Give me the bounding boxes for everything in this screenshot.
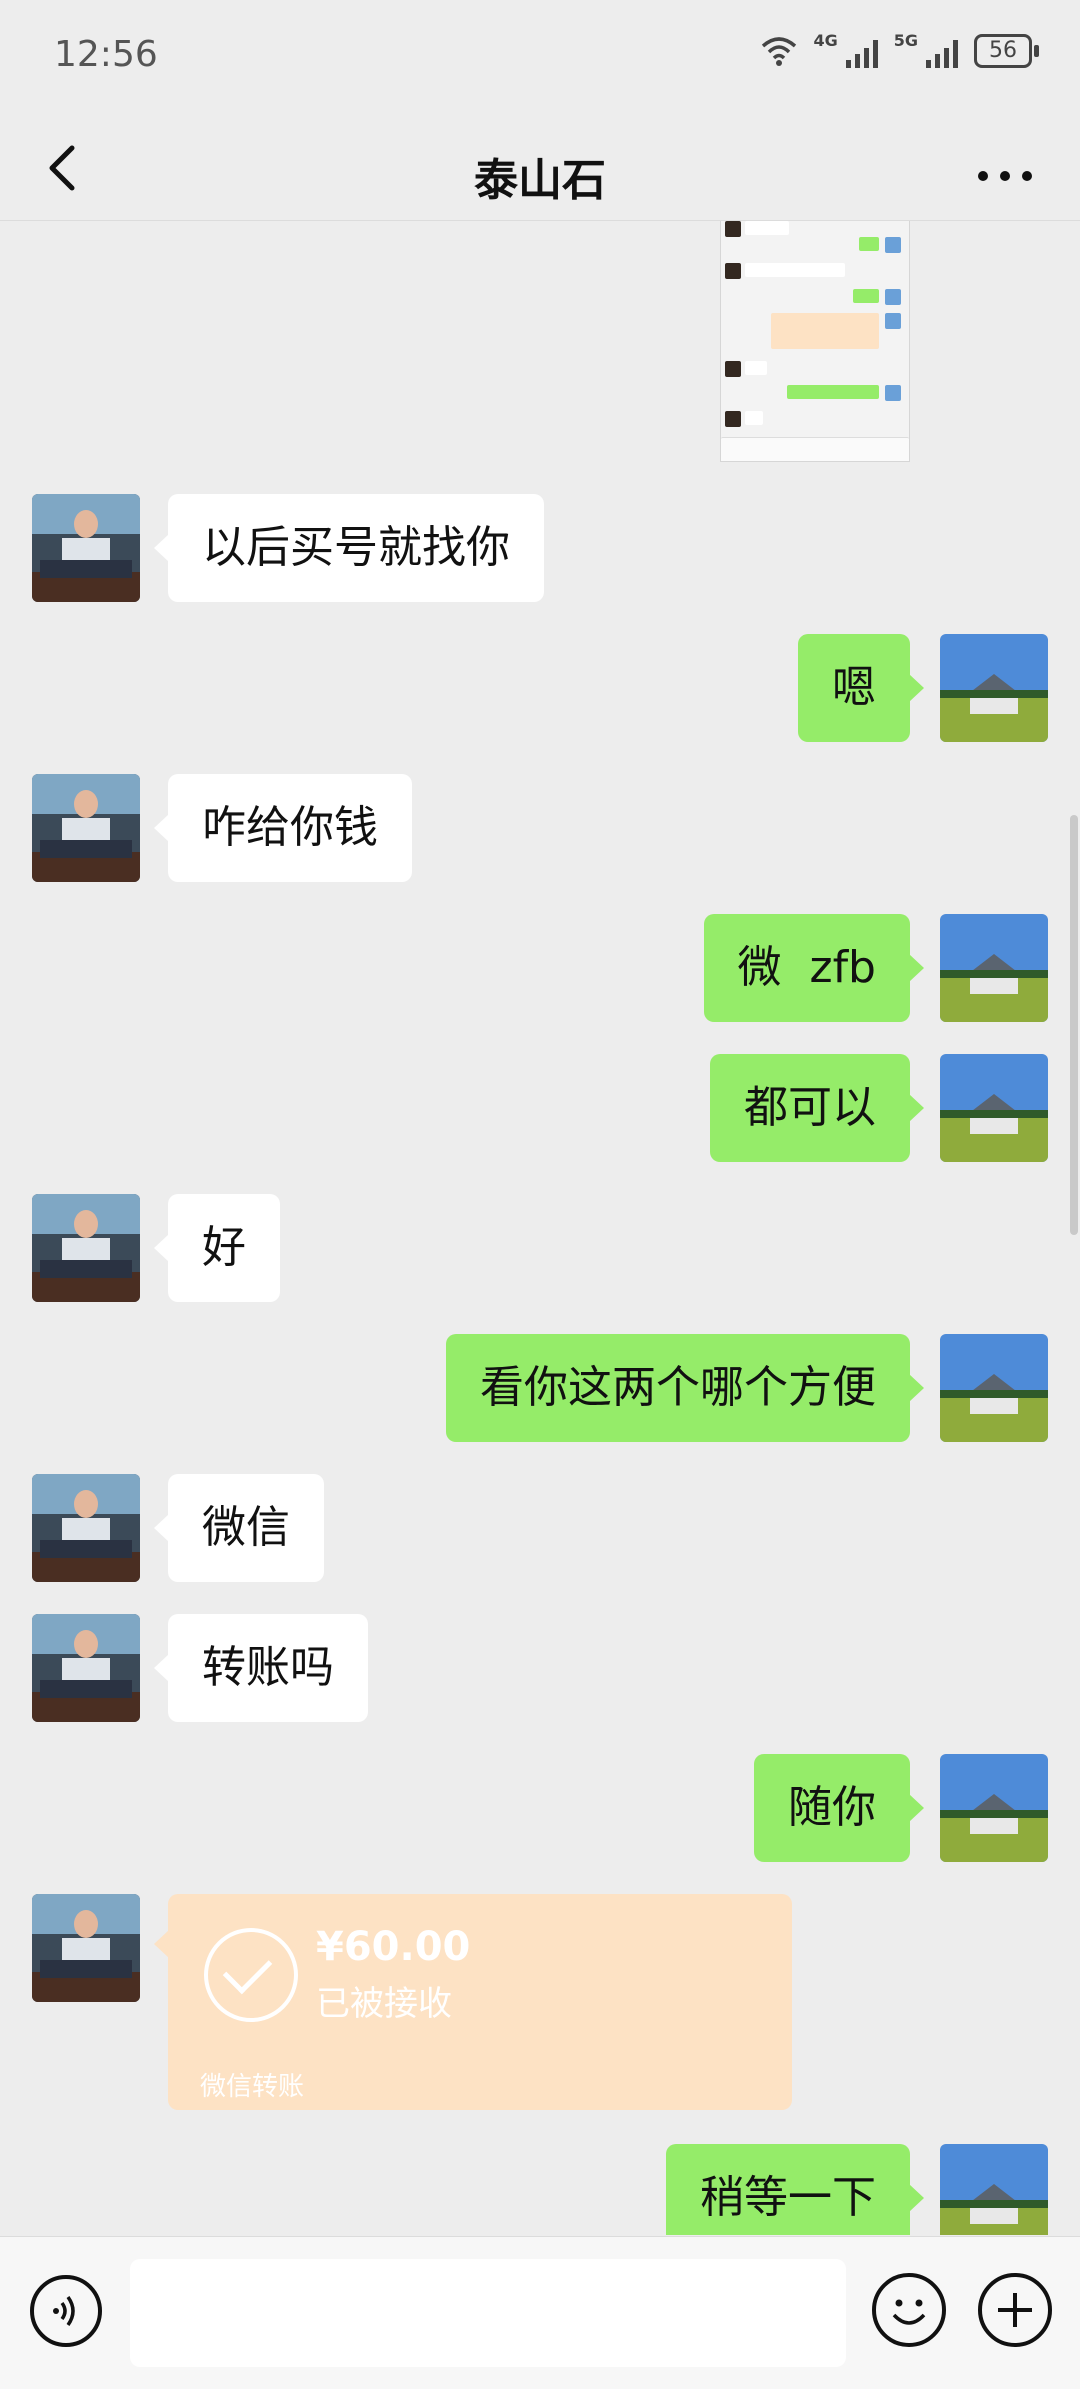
message-bubble-received[interactable]: 转账吗 — [154, 1614, 368, 1722]
contact-avatar[interactable] — [32, 774, 140, 882]
transfer-amount: ¥60.00 — [316, 1924, 471, 1970]
status-bar: 12:56 4G 5G 56 — [0, 0, 1080, 118]
network-type-2: 5G — [893, 31, 918, 50]
message-bubble-received[interactable]: 微信 — [154, 1474, 324, 1582]
more-dots-icon[interactable] — [970, 138, 1040, 198]
status-time: 12:56 — [54, 34, 158, 75]
message-bubble-sent[interactable]: 嗯 — [798, 634, 924, 742]
transfer-status: 已被接收 — [316, 1984, 452, 2024]
signal-bars-icon-2 — [926, 34, 958, 68]
transfer-label: 微信转账 — [200, 2072, 305, 2102]
battery-icon: 56 — [974, 34, 1039, 68]
message-bubble-sent[interactable]: 微 zfb — [703, 914, 924, 1022]
chat-message-list[interactable]: 以后买号就找你 嗯 咋给你钱 微 zfb 都可以 好 看你这两个哪个方便 微信 … — [0, 221, 1080, 2235]
my-avatar[interactable] — [940, 634, 1048, 742]
message-bubble-sent[interactable]: 看你这两个哪个方便 — [446, 1334, 924, 1442]
my-avatar[interactable] — [940, 1334, 1048, 1442]
voice-icon[interactable] — [30, 2275, 102, 2347]
message-bubble-received[interactable]: 以后买号就找你 — [154, 494, 544, 602]
my-avatar[interactable] — [940, 1754, 1048, 1862]
contact-avatar[interactable] — [32, 1194, 140, 1302]
check-circle-icon — [204, 1928, 298, 2022]
message-bubble-sent[interactable]: 随你 — [754, 1754, 924, 1862]
plus-icon[interactable] — [978, 2273, 1052, 2347]
message-bubble-sent[interactable]: 都可以 — [710, 1054, 924, 1162]
contact-avatar[interactable] — [32, 494, 140, 602]
message-bubble-received[interactable]: 咋给你钱 — [154, 774, 412, 882]
network-type-1: 4G — [813, 31, 838, 50]
my-avatar[interactable] — [940, 914, 1048, 1022]
my-avatar[interactable] — [940, 1054, 1048, 1162]
status-icons: 4G 5G 56 — [761, 31, 1039, 68]
message-bubble-received[interactable]: 好 — [154, 1194, 280, 1302]
chat-scrollbar[interactable] — [1070, 815, 1078, 1235]
signal-bars-icon — [845, 34, 878, 68]
chat-header: 泰山石 — [0, 118, 1080, 221]
contact-avatar[interactable] — [32, 1614, 140, 1722]
contact-avatar[interactable] — [32, 1894, 140, 2002]
wifi-icon — [762, 37, 797, 66]
input-bar — [0, 2236, 1080, 2389]
my-avatar[interactable] — [940, 2144, 1048, 2235]
message-input[interactable] — [130, 2259, 846, 2367]
message-bubble-sent[interactable]: 稍等一下 — [666, 2144, 924, 2235]
contact-avatar[interactable] — [32, 1474, 140, 1582]
emoji-icon[interactable] — [872, 2273, 946, 2347]
screenshot-image-message[interactable] — [720, 221, 910, 462]
chat-title: 泰山石 — [474, 155, 606, 206]
transfer-card[interactable]: ¥60.00 已被接收 微信转账 — [154, 1894, 792, 2110]
